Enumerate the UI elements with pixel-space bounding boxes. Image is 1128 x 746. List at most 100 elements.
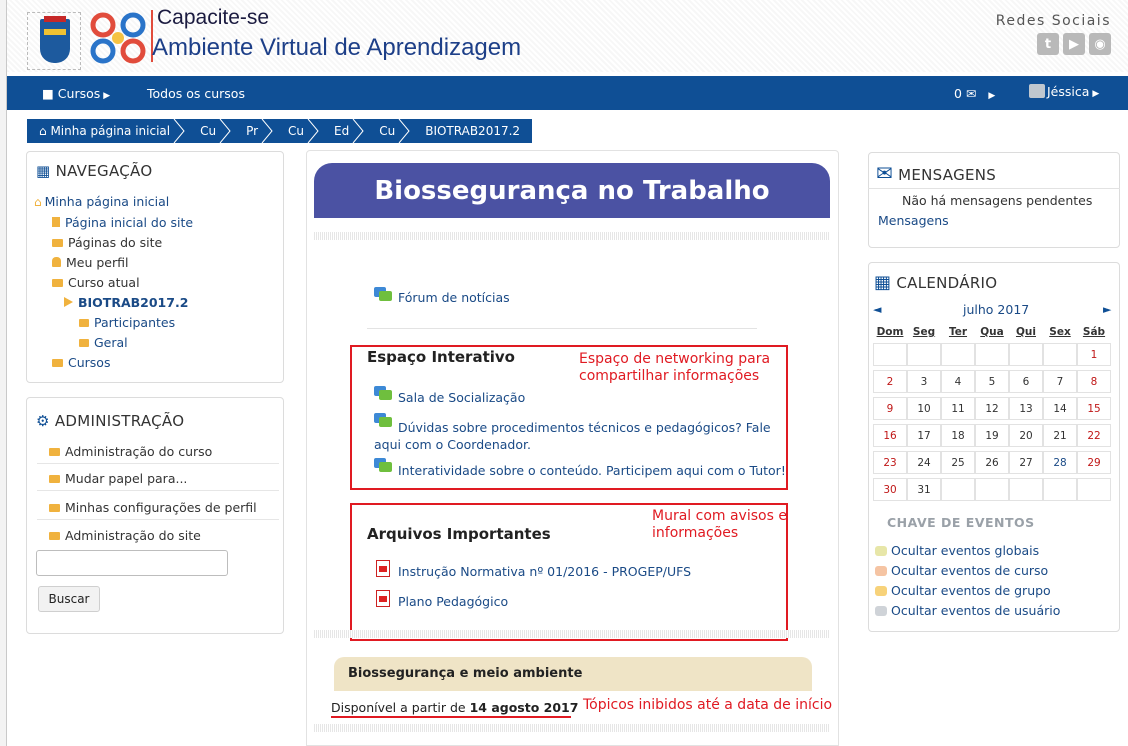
- nav-item-participants[interactable]: Participantes: [79, 315, 175, 330]
- breadcrumb-label: Minha página inicial: [50, 124, 171, 138]
- calendar-day[interactable]: 29: [1077, 451, 1111, 474]
- forum-icon: [374, 386, 392, 401]
- sitemap-icon: ▦: [36, 162, 51, 180]
- calendar-day[interactable]: 7: [1043, 370, 1077, 393]
- breadcrumb-item[interactable]: Cu: [272, 119, 319, 143]
- brand-subtitle[interactable]: Ambiente Virtual de Aprendizagem: [152, 34, 521, 62]
- capacite-se-logo[interactable]: [88, 10, 148, 66]
- calendar-day[interactable]: 14: [1043, 397, 1077, 420]
- messages-link[interactable]: Mensagens: [878, 213, 949, 228]
- social-title: Redes Sociais: [995, 13, 1111, 29]
- calendar-empty-cell: [873, 343, 907, 366]
- calendar-day[interactable]: 4: [941, 370, 975, 393]
- calendar-day[interactable]: 31: [907, 478, 941, 501]
- calendar-day[interactable]: 11: [941, 397, 975, 420]
- calendar-day[interactable]: 24: [907, 451, 941, 474]
- messages-menu[interactable]: 0 ✉ ▶: [954, 86, 995, 101]
- admin-item-switch-role[interactable]: Mudar papel para...: [37, 466, 279, 491]
- calendar-title: ▦ CALENDÁRIO: [874, 272, 998, 293]
- admin-search-input[interactable]: [36, 550, 228, 576]
- admin-item-profile-settings[interactable]: Minhas configurações de perfil: [37, 495, 279, 520]
- breadcrumb-item[interactable]: Ed: [318, 119, 364, 143]
- calendar-weekday-1: Seg: [912, 326, 936, 338]
- calendar-day[interactable]: 21: [1043, 424, 1077, 447]
- calendar-day[interactable]: 1: [1077, 343, 1111, 366]
- breadcrumb-item[interactable]: Cu: [363, 119, 410, 143]
- calendar-day[interactable]: 17: [907, 424, 941, 447]
- hide-global-events-link[interactable]: Ocultar eventos globais: [875, 543, 1039, 558]
- calendar-prev-button[interactable]: ◄: [873, 303, 881, 316]
- globe-icon[interactable]: ◉: [1089, 33, 1111, 55]
- nav-item-general[interactable]: Geral: [79, 335, 128, 350]
- calendar-day[interactable]: 18: [941, 424, 975, 447]
- breadcrumb-home[interactable]: ⌂ Minha página inicial: [27, 119, 185, 143]
- nav-item-current-course[interactable]: Curso atual: [52, 275, 140, 290]
- courses-menu[interactable]: ■ Cursos ▶: [42, 86, 110, 101]
- calendar-day[interactable]: 5: [975, 370, 1009, 393]
- admin-item-site-admin[interactable]: Administração do site: [37, 523, 279, 548]
- calendar-day[interactable]: 30: [873, 478, 907, 501]
- calendar-day[interactable]: 15: [1077, 397, 1111, 420]
- calendar-day[interactable]: 9: [873, 397, 907, 420]
- home-icon: ⌂: [34, 195, 42, 209]
- twitter-icon[interactable]: t: [1037, 33, 1059, 55]
- hide-course-events-link[interactable]: Ocultar eventos de curso: [875, 563, 1048, 578]
- brand-title[interactable]: Capacite-se: [157, 6, 269, 30]
- news-forum-link[interactable]: Fórum de notícias: [398, 290, 510, 305]
- calendar-month[interactable]: julho 2017: [963, 302, 1029, 317]
- pedagogical-plan-link[interactable]: Plano Pedagógico: [398, 594, 508, 609]
- calendar-day[interactable]: 3: [907, 370, 941, 393]
- calendar-day[interactable]: 13: [1009, 397, 1043, 420]
- availability-text: Disponível a partir de 14 agosto 2017: [331, 700, 578, 715]
- home-icon: ⌂: [39, 124, 51, 138]
- university-crest-logo[interactable]: [27, 12, 81, 70]
- calendar-day[interactable]: 19: [975, 424, 1009, 447]
- calendar-empty-cell: [1009, 343, 1043, 366]
- user-menu[interactable]: Jéssica ▶: [1029, 84, 1099, 99]
- divider: [868, 188, 1120, 189]
- calendar-day[interactable]: 16: [873, 424, 907, 447]
- nav-item-course-code[interactable]: BIOTRAB2017.2: [64, 295, 188, 310]
- breadcrumb-item[interactable]: Pr: [230, 119, 273, 143]
- calendar-day[interactable]: 22: [1077, 424, 1111, 447]
- calendar-day[interactable]: 8: [1077, 370, 1111, 393]
- calendar-weekday-6: Sáb: [1082, 326, 1106, 338]
- calendar-day[interactable]: 10: [907, 397, 941, 420]
- caret-right-icon: ▶: [988, 91, 996, 101]
- files-annotation-note: Mural com avisos e informações: [652, 508, 787, 541]
- admin-item-course[interactable]: Administração do curso: [37, 439, 279, 464]
- nav-item-my-profile[interactable]: Meu perfil: [52, 255, 128, 270]
- calendar-day[interactable]: 20: [1009, 424, 1043, 447]
- calendar-day[interactable]: 2: [873, 370, 907, 393]
- hide-user-events-link[interactable]: Ocultar eventos de usuário: [875, 603, 1060, 618]
- nav-item-site-pages[interactable]: Páginas do site: [52, 235, 162, 250]
- all-courses-link[interactable]: Todos os cursos: [147, 86, 245, 101]
- calendar-day[interactable]: 28: [1043, 451, 1077, 474]
- coordinator-questions-link[interactable]: Dúvidas sobre procedimentos técnicos e p…: [374, 419, 774, 453]
- calendar-day[interactable]: 12: [975, 397, 1009, 420]
- calendar-day[interactable]: 23: [873, 451, 907, 474]
- hide-group-events-link[interactable]: Ocultar eventos de grupo: [875, 583, 1051, 598]
- search-button[interactable]: Buscar: [38, 586, 100, 612]
- nav-item-courses[interactable]: Cursos: [52, 355, 110, 370]
- nav-item-my-home[interactable]: ⌂ Minha página inicial: [34, 194, 169, 209]
- folder-icon: [52, 239, 63, 247]
- folder-icon: [49, 532, 60, 540]
- youtube-icon[interactable]: ▶: [1063, 33, 1085, 55]
- socialization-room-link[interactable]: Sala de Socialização: [398, 390, 525, 405]
- tutor-interactivity-link[interactable]: Interatividade sobre o conteúdo. Partici…: [398, 463, 786, 478]
- topic-annotation-note: Tópicos inibidos até a data de início: [583, 697, 833, 713]
- calendar-weekday-0: Dom: [876, 326, 904, 338]
- calendar-day[interactable]: 6: [1009, 370, 1043, 393]
- calendar-next-button[interactable]: ►: [1103, 303, 1111, 316]
- calendar-day[interactable]: 25: [941, 451, 975, 474]
- interactive-heading: Espaço Interativo: [367, 348, 515, 366]
- envelope-icon: ✉: [876, 161, 894, 185]
- nav-item-site-home[interactable]: Página inicial do site: [52, 215, 193, 230]
- calendar-day[interactable]: 26: [975, 451, 1009, 474]
- breadcrumb-item[interactable]: Cu: [184, 119, 231, 143]
- calendar-day[interactable]: 27: [1009, 451, 1043, 474]
- folder-icon: [49, 475, 60, 483]
- breadcrumb-current[interactable]: BIOTRAB2017.2: [409, 119, 532, 143]
- normative-instruction-link[interactable]: Instrução Normativa nº 01/2016 - PROGEP/…: [398, 564, 691, 579]
